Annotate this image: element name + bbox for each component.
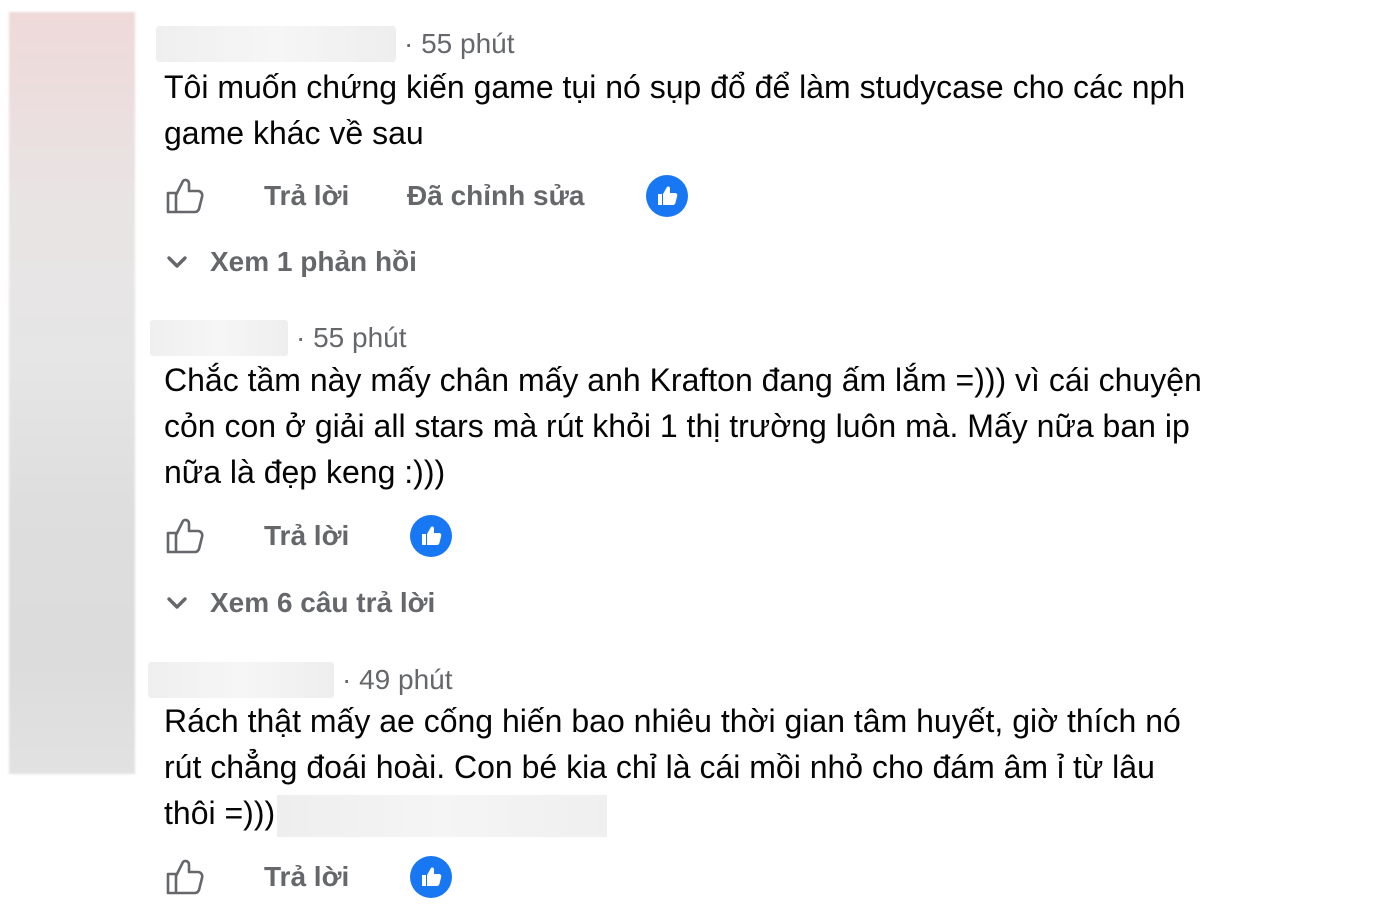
chevron-down-icon <box>167 597 187 609</box>
comment-text-line: Rách thật mấy ae cống hiến bao nhiêu thờ… <box>164 703 1181 739</box>
view-replies-label: Xem 1 phản hồi <box>210 246 417 277</box>
author-name-blurred[interactable] <box>150 320 288 356</box>
edited-label[interactable]: Đã chỉnh sửa <box>407 180 584 212</box>
reply-button[interactable]: Trả lời <box>264 520 349 552</box>
thumbs-up-outline-icon[interactable] <box>164 857 204 897</box>
reply-button[interactable]: Trả lời <box>264 861 349 893</box>
view-replies-button[interactable]: Xem 1 phản hồi <box>164 242 417 282</box>
comment-text-fragment: thôi =))) <box>164 795 276 831</box>
avatar-column-blurred <box>9 12 135 774</box>
comment-text-line-last: thôi =))) <box>164 790 1304 837</box>
author-name-blurred[interactable] <box>148 662 334 698</box>
comment-actions: Trả lời Đã chỉnh sửa <box>164 172 864 222</box>
comment-text-line: rút chẳng đoái hoài. Con bé kia chỉ là c… <box>164 749 1155 785</box>
comment-text: Rách thật mấy ae cống hiến bao nhiêu thờ… <box>164 698 1304 837</box>
comment-text: Tôi muốn chứng kiến game tụi nó sụp đổ đ… <box>164 64 1304 156</box>
author-name-blurred[interactable] <box>156 26 396 62</box>
view-replies-label: Xem 6 câu trả lời <box>210 587 436 618</box>
thumbs-up-outline-icon[interactable] <box>164 516 204 556</box>
comment-meta: · 55 phút <box>150 316 407 360</box>
comment-actions: Trả lời <box>164 853 864 903</box>
comment-text: Chắc tầm này mấy chân mấy anh Krafton đa… <box>164 357 1304 495</box>
chevron-down-icon <box>167 256 187 268</box>
reply-button[interactable]: Trả lời <box>264 180 349 212</box>
comment-text-line: game khác về sau <box>164 115 424 151</box>
like-reaction-icon[interactable] <box>410 856 452 898</box>
timestamp[interactable]: · 49 phút <box>342 664 453 696</box>
thumbs-up-outline-icon[interactable] <box>164 176 204 216</box>
view-replies-button[interactable]: Xem 6 câu trả lời <box>164 583 435 623</box>
redacted-text-blur <box>277 794 608 837</box>
timestamp[interactable]: · 55 phút <box>404 28 515 60</box>
comment-meta: · 49 phút <box>148 658 453 702</box>
comment-meta: · 55 phút <box>156 22 515 66</box>
timestamp[interactable]: · 55 phút <box>296 322 407 354</box>
comment-text-line: Tôi muốn chứng kiến game tụi nó sụp đổ đ… <box>164 69 1186 105</box>
comment-actions: Trả lời <box>164 512 864 562</box>
comment-text-line: nữa là đẹp keng :))) <box>164 454 446 490</box>
like-reaction-icon[interactable] <box>410 515 452 557</box>
comment-text-line: cỏn con ở giải all stars mà rút khỏi 1 t… <box>164 408 1190 444</box>
comment-text-line: Chắc tầm này mấy chân mấy anh Krafton đa… <box>164 362 1202 398</box>
like-reaction-icon[interactable] <box>646 175 688 217</box>
